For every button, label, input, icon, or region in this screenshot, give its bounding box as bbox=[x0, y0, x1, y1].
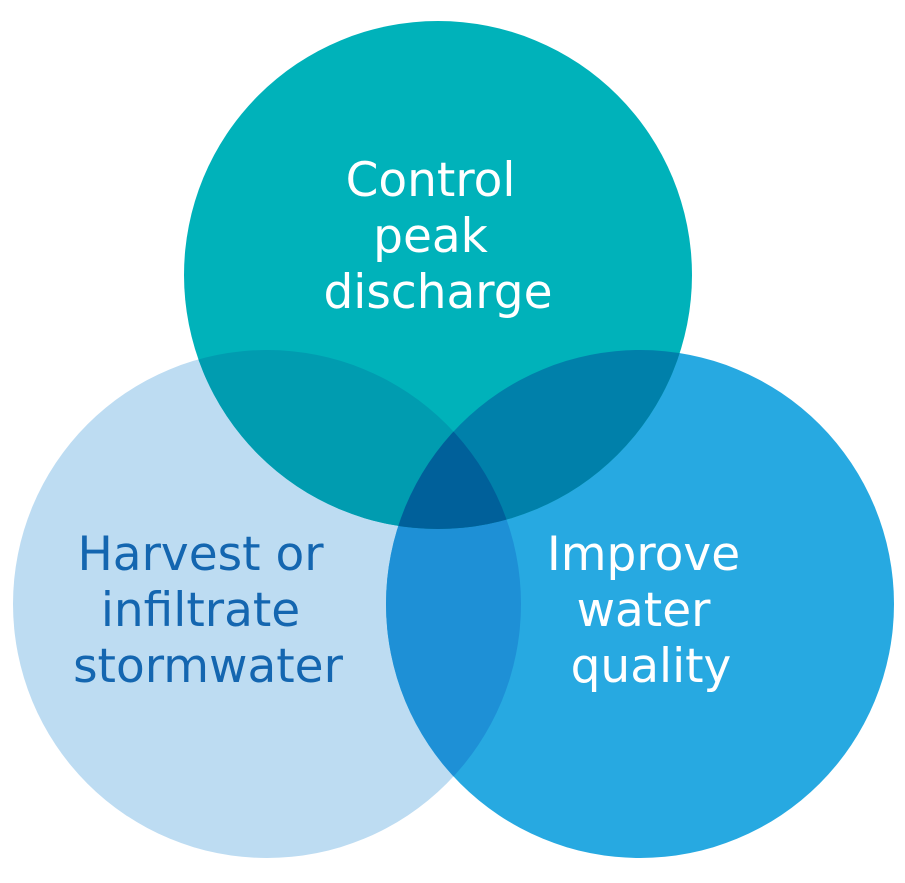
label-line: quality bbox=[571, 639, 732, 694]
label-line: Harvest or bbox=[77, 527, 324, 582]
label-line: peak bbox=[373, 209, 489, 264]
venn-diagram: Control peak discharge Harvest or infilt… bbox=[13, 21, 894, 858]
label-improve-water-quality: Improve water quality bbox=[547, 527, 755, 694]
label-line: discharge bbox=[323, 265, 552, 320]
label-line: Control bbox=[346, 153, 516, 208]
label-line: Improve bbox=[547, 527, 740, 582]
label-line: stormwater bbox=[73, 639, 344, 694]
label-line: water bbox=[577, 583, 712, 638]
label-harvest-or-infiltrate-stormwater: Harvest or infiltrate stormwater bbox=[73, 527, 344, 694]
label-line: infiltrate bbox=[101, 583, 300, 638]
